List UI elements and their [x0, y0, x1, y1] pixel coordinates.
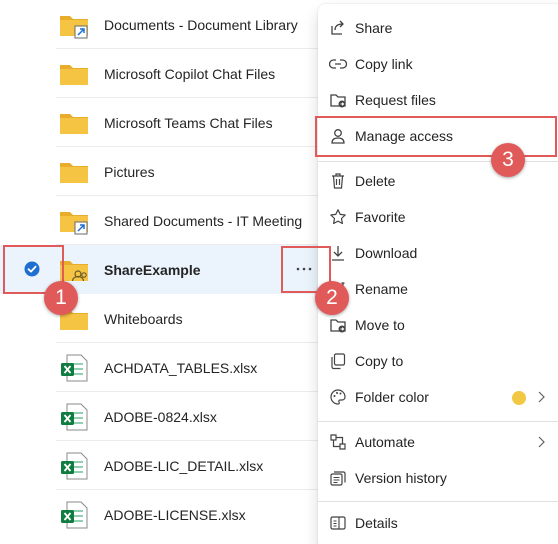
list-item[interactable]: ACHDATA_TABLES.xlsx — [0, 343, 330, 392]
star-icon — [330, 209, 346, 225]
folder-color-swatch — [512, 391, 526, 405]
menu-item-download[interactable]: Download — [318, 235, 558, 271]
menu-divider — [318, 501, 558, 502]
version-history-icon — [330, 471, 346, 486]
menu-item-copy-to[interactable]: Copy to — [318, 343, 558, 379]
list-item[interactable]: ADOBE-0824.xlsx — [0, 392, 330, 441]
folder-icon — [60, 65, 88, 85]
menu-item-label: Share — [355, 20, 393, 36]
menu-item-favorite[interactable]: Favorite — [318, 199, 558, 235]
link-icon — [329, 59, 347, 69]
excel-file-icon — [61, 452, 88, 480]
folder-shortcut-icon — [60, 212, 88, 235]
list-item[interactable]: Pictures — [0, 147, 330, 196]
list-item[interactable]: Microsoft Teams Chat Files — [0, 98, 330, 147]
file-name: ACHDATA_TABLES.xlsx — [104, 360, 258, 376]
excel-file-icon — [61, 501, 88, 529]
menu-item-folder-color[interactable]: Folder color — [318, 379, 558, 415]
file-name: Pictures — [104, 164, 155, 180]
menu-item-version-history[interactable]: Version history — [318, 460, 558, 496]
file-name: Microsoft Teams Chat Files — [104, 115, 273, 131]
menu-item-request-files[interactable]: Request files — [318, 82, 558, 118]
copy-icon — [331, 353, 346, 370]
chevron-right-icon — [538, 436, 545, 448]
menu-item-label: Copy to — [355, 353, 404, 369]
step-badge-3: 3 — [491, 143, 525, 177]
menu-item-label: Request files — [355, 92, 436, 108]
menu-item-label: Details — [355, 515, 398, 531]
menu-divider — [318, 421, 558, 422]
file-name: Whiteboards — [104, 311, 183, 327]
folder-shortcut-icon — [60, 16, 88, 39]
menu-item-label: Delete — [355, 173, 396, 189]
palette-icon — [330, 389, 346, 405]
menu-item-label: Favorite — [355, 209, 406, 225]
excel-file-icon — [61, 403, 88, 431]
folder-icon — [60, 114, 88, 134]
menu-item-rename[interactable]: Rename — [318, 271, 558, 307]
step-badge-2: 2 — [315, 281, 349, 315]
file-name: ADOBE-0824.xlsx — [104, 409, 217, 425]
file-name: ADOBE-LIC_DETAIL.xlsx — [104, 458, 264, 474]
download-icon — [332, 246, 344, 261]
menu-item-label: Rename — [355, 281, 408, 297]
menu-item-label: Automate — [355, 434, 415, 450]
move-to-icon — [330, 319, 346, 333]
trash-icon — [332, 173, 344, 189]
menu-item-label: Download — [355, 245, 418, 261]
list-item[interactable]: ADOBE-LICENSE.xlsx — [0, 490, 330, 539]
step-badge-1: 1 — [44, 281, 78, 315]
file-name: Documents - Document Library — [104, 17, 298, 33]
list-item[interactable]: Microsoft Copilot Chat Files — [0, 49, 330, 98]
menu-item-label: Copy link — [355, 56, 413, 72]
list-item[interactable]: Documents - Document Library — [0, 0, 330, 49]
file-name: ADOBE-LICENSE.xlsx — [104, 507, 246, 523]
menu-item-automate[interactable]: Automate — [318, 424, 558, 460]
file-name: Microsoft Copilot Chat Files — [104, 66, 276, 82]
menu-item-share[interactable]: Share — [318, 10, 558, 46]
excel-file-icon — [61, 354, 88, 382]
list-item[interactable]: Shared Documents - IT Meeting — [0, 196, 330, 245]
request-files-icon — [330, 94, 346, 108]
context-menu: Share Copy link Request files Manage acc… — [318, 4, 558, 544]
details-icon — [330, 516, 346, 530]
menu-item-label: Version history — [355, 470, 447, 486]
menu-item-label: Folder color — [355, 389, 429, 405]
menu-item-label: Move to — [355, 317, 405, 333]
folder-icon — [60, 163, 88, 183]
list-item[interactable]: ADOBE-LIC_DETAIL.xlsx — [0, 441, 330, 490]
share-icon — [331, 20, 344, 35]
file-name: Shared Documents - IT Meeting — [104, 213, 303, 229]
menu-item-details[interactable]: Details — [318, 505, 558, 541]
chevron-right-icon — [538, 391, 545, 403]
menu-item-copy-link[interactable]: Copy link — [318, 46, 558, 82]
menu-item-move-to[interactable]: Move to — [318, 307, 558, 343]
automate-icon — [330, 434, 346, 450]
file-name: ShareExample — [104, 262, 201, 278]
